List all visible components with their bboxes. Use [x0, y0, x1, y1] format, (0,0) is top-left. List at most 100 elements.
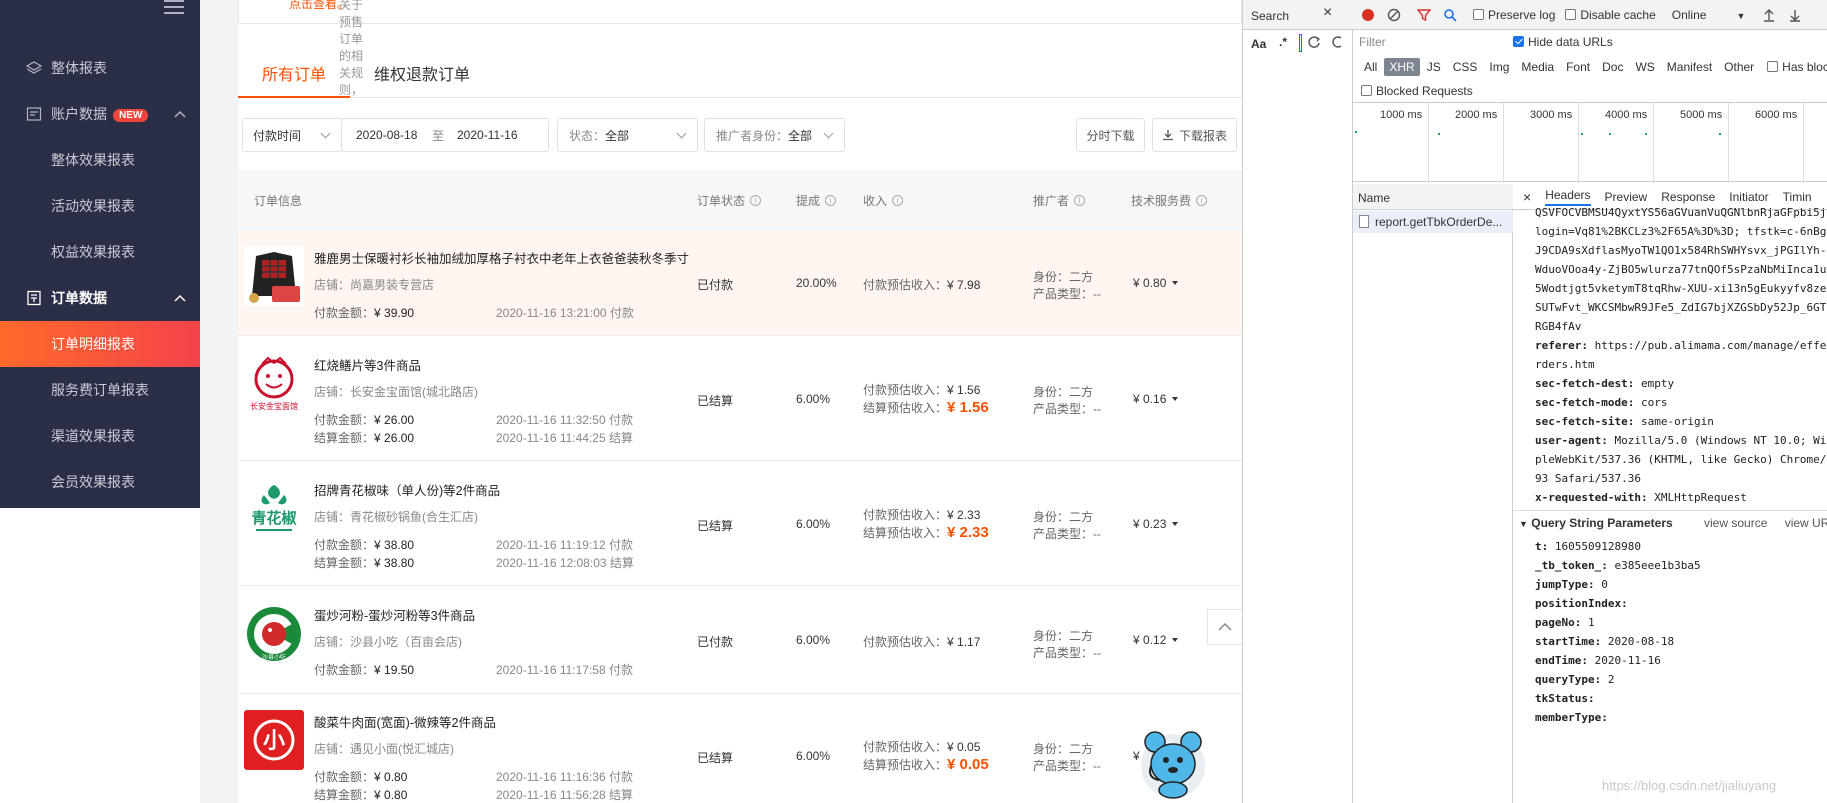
product-name[interactable]: 酸菜牛肉面(宽面)-微辣等2件商品: [314, 712, 496, 731]
param-row: endTime: 2020-11-16: [1535, 654, 1661, 667]
close-icon[interactable]: ×: [1323, 4, 1332, 22]
blocked-requests-checkbox[interactable]: Blocked Requests: [1361, 84, 1473, 98]
type-img[interactable]: Img: [1484, 58, 1514, 76]
devtools-panel: Search × Aa .* Preserve log Disable cach…: [1242, 0, 1827, 803]
sidebar-item-overall-effect[interactable]: 整体效果报表: [0, 137, 200, 183]
sidebar-item-activity-effect[interactable]: 活动效果报表: [0, 183, 200, 229]
refresh-icon[interactable]: [1307, 35, 1321, 49]
sidebar-item-order-data[interactable]: 订单数据: [0, 275, 200, 321]
header-sec-fetch-site: sec-fetch-site: same-origin: [1535, 415, 1714, 428]
filter-input[interactable]: Filter: [1359, 33, 1499, 51]
sidebar-item-rights-effect[interactable]: 权益效果报表: [0, 229, 200, 275]
type-css[interactable]: CSS: [1448, 58, 1483, 76]
header-line: rders.htm: [1535, 358, 1595, 371]
shop-name: 店铺：遇见小面(悦汇城店): [314, 742, 454, 756]
throttle-select[interactable]: Online ▼: [1672, 8, 1746, 22]
info-icon[interactable]: i: [750, 195, 762, 206]
sidebar-item-member-effect[interactable]: 会员效果报表: [0, 459, 200, 505]
request-row[interactable]: report.getTbkOrderDe...: [1353, 211, 1513, 233]
search-input[interactable]: [1299, 34, 1302, 52]
clear-icon[interactable]: [1387, 8, 1401, 22]
type-other[interactable]: Other: [1719, 58, 1759, 76]
table-row[interactable]: 青花椒 招牌青花椒味（单人份)等2件商品 店铺：青花椒砂锅鱼(合生汇店) 付款金…: [238, 461, 1242, 586]
type-ws[interactable]: WS: [1630, 58, 1659, 76]
filter-icon[interactable]: [1417, 8, 1431, 22]
status-select[interactable]: 状态： 全部: [557, 118, 698, 152]
table-row[interactable]: 长安金宝面馆 红烧鳝片等3件商品 店铺：长安金宝面馆(城北路店) 付款金额：¥ …: [238, 336, 1242, 461]
sidebar-item-service-fee[interactable]: 服务费订单报表: [0, 367, 200, 413]
table-row[interactable]: 沙县小吃 蛋炒河粉-蛋炒河粉等3件商品 店铺：沙县小吃（百亩会店) 付款金额：¥…: [238, 586, 1242, 694]
record-icon[interactable]: [1361, 8, 1375, 22]
search-tab[interactable]: Search ×: [1243, 0, 1353, 30]
match-case-toggle[interactable]: Aa: [1251, 37, 1266, 51]
back-to-top-button[interactable]: [1207, 609, 1243, 645]
caret-down-icon: [1172, 281, 1179, 285]
type-media[interactable]: Media: [1516, 58, 1559, 76]
date-range-picker[interactable]: 2020-08-18 至 2020-11-16: [341, 118, 549, 152]
view-source-link[interactable]: view source: [1704, 516, 1767, 530]
product-type: 产品类型：--: [1033, 287, 1101, 301]
view-url-link[interactable]: view UR: [1785, 516, 1827, 530]
disable-cache-checkbox[interactable]: Disable cache: [1565, 8, 1656, 22]
shop-logo: 青花椒: [244, 479, 304, 539]
document-icon: [1359, 215, 1369, 228]
info-icon[interactable]: i: [1196, 195, 1208, 206]
product-name[interactable]: 雅鹿男士保暖衬衫长袖加绒加厚格子衬衣中老年上衣爸爸装秋冬季寸: [314, 248, 689, 267]
tab-initiator[interactable]: Initiator: [1729, 190, 1768, 204]
hide-data-urls-checkbox[interactable]: Hide data URLs: [1513, 35, 1613, 49]
type-js[interactable]: JS: [1422, 58, 1446, 76]
type-font[interactable]: Font: [1561, 58, 1595, 76]
income-pay: 付款预估收入：¥ 7.98: [863, 278, 981, 292]
has-blocked-checkbox[interactable]: Has blocked c: [1767, 60, 1827, 74]
service-fee-dropdown[interactable]: ¥ 0.80: [1133, 276, 1179, 290]
tab-refund-orders[interactable]: 维权退款订单: [350, 60, 494, 98]
product-name[interactable]: 招牌青花椒味（单人份)等2件商品: [314, 480, 500, 499]
table-row[interactable]: 雅鹿男士保暖衬衫长袖加绒加厚格子衬衣中老年上衣爸爸装秋冬季寸 店铺：尚嘉男装专营…: [238, 230, 1242, 336]
time-type-select[interactable]: 付款时间: [242, 118, 342, 152]
tab-timing[interactable]: Timin: [1783, 190, 1812, 204]
logo-text: 沙县小吃: [262, 653, 286, 661]
network-timeline[interactable]: 1000 ms 2000 ms 3000 ms 4000 ms 5000 ms …: [1353, 102, 1827, 183]
import-har-icon[interactable]: [1763, 8, 1775, 22]
tab-headers[interactable]: Headers: [1545, 188, 1591, 206]
param-row: queryType: 2: [1535, 673, 1615, 686]
tab-response[interactable]: Response: [1661, 190, 1715, 204]
clear-search-icon[interactable]: [1331, 35, 1345, 49]
type-all[interactable]: All: [1359, 58, 1382, 76]
preserve-log-checkbox[interactable]: Preserve log: [1473, 8, 1555, 22]
sidebar-item-order-detail[interactable]: 订单明细报表: [0, 321, 200, 367]
search-icon[interactable]: [1443, 8, 1457, 22]
income-pay: 付款预估收入：¥ 2.33: [863, 508, 981, 522]
close-icon[interactable]: ×: [1523, 189, 1531, 205]
product-name[interactable]: 红烧鳝片等3件商品: [314, 355, 421, 374]
info-icon[interactable]: i: [892, 195, 904, 206]
info-icon[interactable]: i: [1074, 195, 1086, 206]
tab-preview[interactable]: Preview: [1605, 190, 1648, 204]
product-type: 产品类型：--: [1033, 402, 1101, 416]
sidebar-item-account-data[interactable]: 账户数据 NEW: [0, 91, 200, 137]
pay-amount: 付款金额：¥ 26.00: [314, 413, 415, 427]
query-params-section[interactable]: ▼ Query String Parameters view source vi…: [1519, 516, 1827, 530]
sidebar-item-overall[interactable]: 整体报表: [0, 45, 200, 91]
type-doc[interactable]: Doc: [1597, 58, 1628, 76]
type-xhr[interactable]: XHR: [1384, 58, 1420, 76]
product-name[interactable]: 蛋炒河粉-蛋炒河粉等3件商品: [314, 605, 475, 624]
pay-time: 2020-11-16 11:19:12 付款: [496, 538, 633, 552]
col-service-fee: 技术服务费 i: [1131, 192, 1208, 209]
hamburger-icon[interactable]: [164, 0, 184, 14]
download-report-button[interactable]: 下载报表: [1152, 118, 1237, 152]
name-column-header[interactable]: Name: [1353, 184, 1513, 210]
service-fee-dropdown[interactable]: ¥ 0.23: [1133, 517, 1179, 531]
table-row[interactable]: 小 酸菜牛肉面(宽面)-微辣等2件商品 店铺：遇见小面(悦汇城店) 付款金额：¥…: [238, 694, 1242, 803]
sidebar-item-channel-effect[interactable]: 渠道效果报表: [0, 413, 200, 459]
promoter-select[interactable]: 推广者身份： 全部: [704, 118, 845, 152]
service-fee-dropdown[interactable]: ¥ 0.12: [1133, 633, 1179, 647]
regex-toggle[interactable]: .*: [1279, 35, 1287, 49]
type-manifest[interactable]: Manifest: [1662, 58, 1717, 76]
info-icon[interactable]: i: [825, 195, 837, 206]
export-har-icon[interactable]: [1789, 8, 1801, 22]
tab-all-orders[interactable]: 所有订单: [238, 60, 351, 98]
service-fee-dropdown[interactable]: ¥ 0.16: [1133, 392, 1179, 406]
split-download-button[interactable]: 分时下载: [1076, 118, 1145, 152]
param-row: pageNo: 1: [1535, 616, 1595, 629]
